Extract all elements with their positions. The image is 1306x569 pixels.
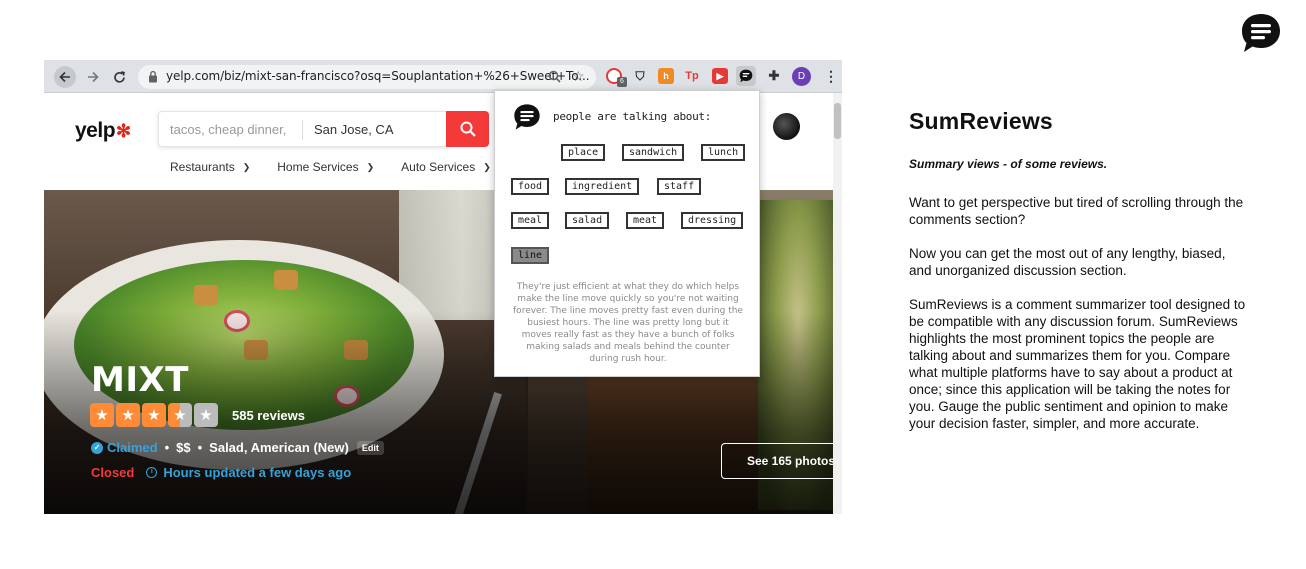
url-text: yelp.com/biz/mixt-san-francisco?osq=Soup… (166, 69, 590, 83)
topic-tag[interactable]: ingredient (565, 178, 640, 195)
nav-label: Home Services (277, 160, 359, 174)
business-meta: ✓ Claimed • $$ • Salad, American (New) Ed… (91, 440, 384, 455)
popup-title: people are talking about: (553, 110, 712, 123)
review-count[interactable]: 585 reviews (232, 408, 305, 423)
zoom-icon[interactable] (548, 70, 561, 83)
app-subtitle: Summary views - of some reviews. (909, 157, 1108, 171)
search-icon (460, 121, 476, 137)
claimed-label: Claimed (107, 440, 158, 455)
extension-badge: 6 (617, 77, 627, 87)
edit-button[interactable]: Edit (356, 440, 384, 455)
yelp-logo[interactable]: yelp✻ (75, 119, 131, 143)
description-paragraph: Want to get perspective but tired of scr… (909, 195, 1244, 227)
pocket-icon[interactable]: ⛉ (632, 68, 648, 84)
profile-avatar[interactable]: D (792, 67, 811, 86)
open-status: Closed (91, 465, 135, 480)
description-panel: SumReviews Summary views - of some revie… (909, 108, 1249, 432)
bookmark-star-icon[interactable]: ☆ (572, 68, 585, 85)
see-photos-button[interactable]: See 165 photos (721, 443, 833, 479)
chat-bubble-icon (739, 69, 753, 83)
search-near-input[interactable]: San Jose, CA (314, 122, 394, 137)
hours-updated[interactable]: i Hours updated a few days ago (146, 465, 351, 480)
page-scrollbar[interactable] (833, 93, 842, 514)
crouton-image (194, 285, 218, 305)
search-find-input[interactable]: tacos, cheap dinner, I (170, 122, 290, 137)
category-nav: Restaurants ❯ Home Services ❯ Auto Service… (170, 160, 518, 174)
browser-toolbar: yelp.com/biz/mixt-san-francisco?osq=Soup… (44, 60, 842, 93)
extension-orange-icon[interactable]: h (658, 68, 674, 84)
puzzle-extensions-icon[interactable]: ✚ (766, 68, 782, 84)
hours-label: Hours updated a few days ago (163, 465, 352, 480)
chevron-down-icon: ❯ (242, 161, 251, 172)
star-icon: ★ (116, 403, 140, 427)
topic-tag[interactable]: food (511, 178, 550, 195)
address-bar[interactable]: yelp.com/biz/mixt-san-francisco?osq=Soup… (138, 65, 596, 89)
star-icon: ★ (168, 403, 192, 427)
sumreviews-extension-icon[interactable] (736, 66, 756, 86)
extension-tp-icon[interactable]: Tp (684, 68, 700, 84)
topic-tag[interactable]: meat (626, 212, 665, 229)
topic-tag[interactable]: dressing (681, 212, 744, 229)
lock-icon (149, 70, 157, 83)
yelp-logo-text: yelp (75, 119, 116, 142)
crouton-image (274, 270, 298, 290)
star-rating: ★ ★ ★ ★ ★ (90, 403, 218, 427)
menu-kebab-icon[interactable]: ⋮ (824, 68, 838, 85)
back-button[interactable] (54, 66, 76, 88)
description-paragraph: SumReviews is a comment summarizer tool … (909, 297, 1246, 431)
extension-youtube-icon[interactable]: ▶ (712, 68, 728, 84)
price-range: $$ (176, 440, 191, 455)
star-icon: ★ (194, 403, 218, 427)
chevron-down-icon: ❯ (483, 161, 491, 172)
topic-tag-active[interactable]: line (511, 247, 550, 264)
star-icon: ★ (90, 403, 114, 427)
arrow-left-icon (59, 71, 70, 83)
search-divider (302, 120, 303, 140)
search-button[interactable] (446, 111, 489, 147)
nav-label: Auto Services (401, 160, 476, 174)
chevron-down-icon: ❯ (366, 161, 375, 172)
business-categories[interactable]: Salad, American (New) (209, 440, 349, 455)
star-icon: ★ (142, 403, 166, 427)
description-paragraph: Now you can get the most out of any leng… (909, 246, 1226, 278)
search-bar: tacos, cheap dinner, I San Jose, CA (158, 111, 448, 147)
claimed-badge[interactable]: ✓ Claimed (91, 440, 158, 455)
nav-home-services[interactable]: Home Services ❯ (277, 160, 374, 174)
topic-summary: They're just efficient at what they do w… (513, 282, 743, 364)
check-circle-icon: ✓ (91, 441, 103, 454)
info-icon: i (146, 467, 158, 478)
reload-icon (113, 70, 125, 83)
arrow-right-icon (88, 71, 99, 83)
business-name: MIXT (91, 360, 189, 400)
topic-tag[interactable]: meal (511, 212, 550, 229)
sumreviews-logo-icon (1242, 14, 1280, 52)
topic-tag[interactable]: sandwich (622, 144, 685, 161)
topic-tag[interactable]: salad (565, 212, 610, 229)
topic-tag[interactable]: place (561, 144, 606, 161)
nav-label: Restaurants (170, 160, 235, 174)
business-status: Closed i Hours updated a few days ago (91, 465, 351, 480)
sumreviews-popup: people are talking about: place sandwich… (494, 90, 760, 377)
nav-restaurants[interactable]: Restaurants ❯ (170, 160, 250, 174)
user-avatar[interactable] (773, 113, 800, 140)
chat-bubble-icon (514, 104, 540, 130)
yelp-burst-icon: ✻ (116, 121, 131, 141)
app-title: SumReviews (909, 108, 1053, 134)
nav-auto-services[interactable]: Auto Services ❯ (401, 160, 491, 174)
separator-dot: • (197, 440, 203, 455)
topic-tag[interactable]: staff (657, 178, 702, 195)
scrollbar-thumb[interactable] (834, 103, 841, 139)
topic-tag[interactable]: lunch (701, 144, 746, 161)
reload-button[interactable] (108, 66, 130, 88)
forward-button[interactable] (82, 66, 104, 88)
separator-dot: • (164, 440, 170, 455)
